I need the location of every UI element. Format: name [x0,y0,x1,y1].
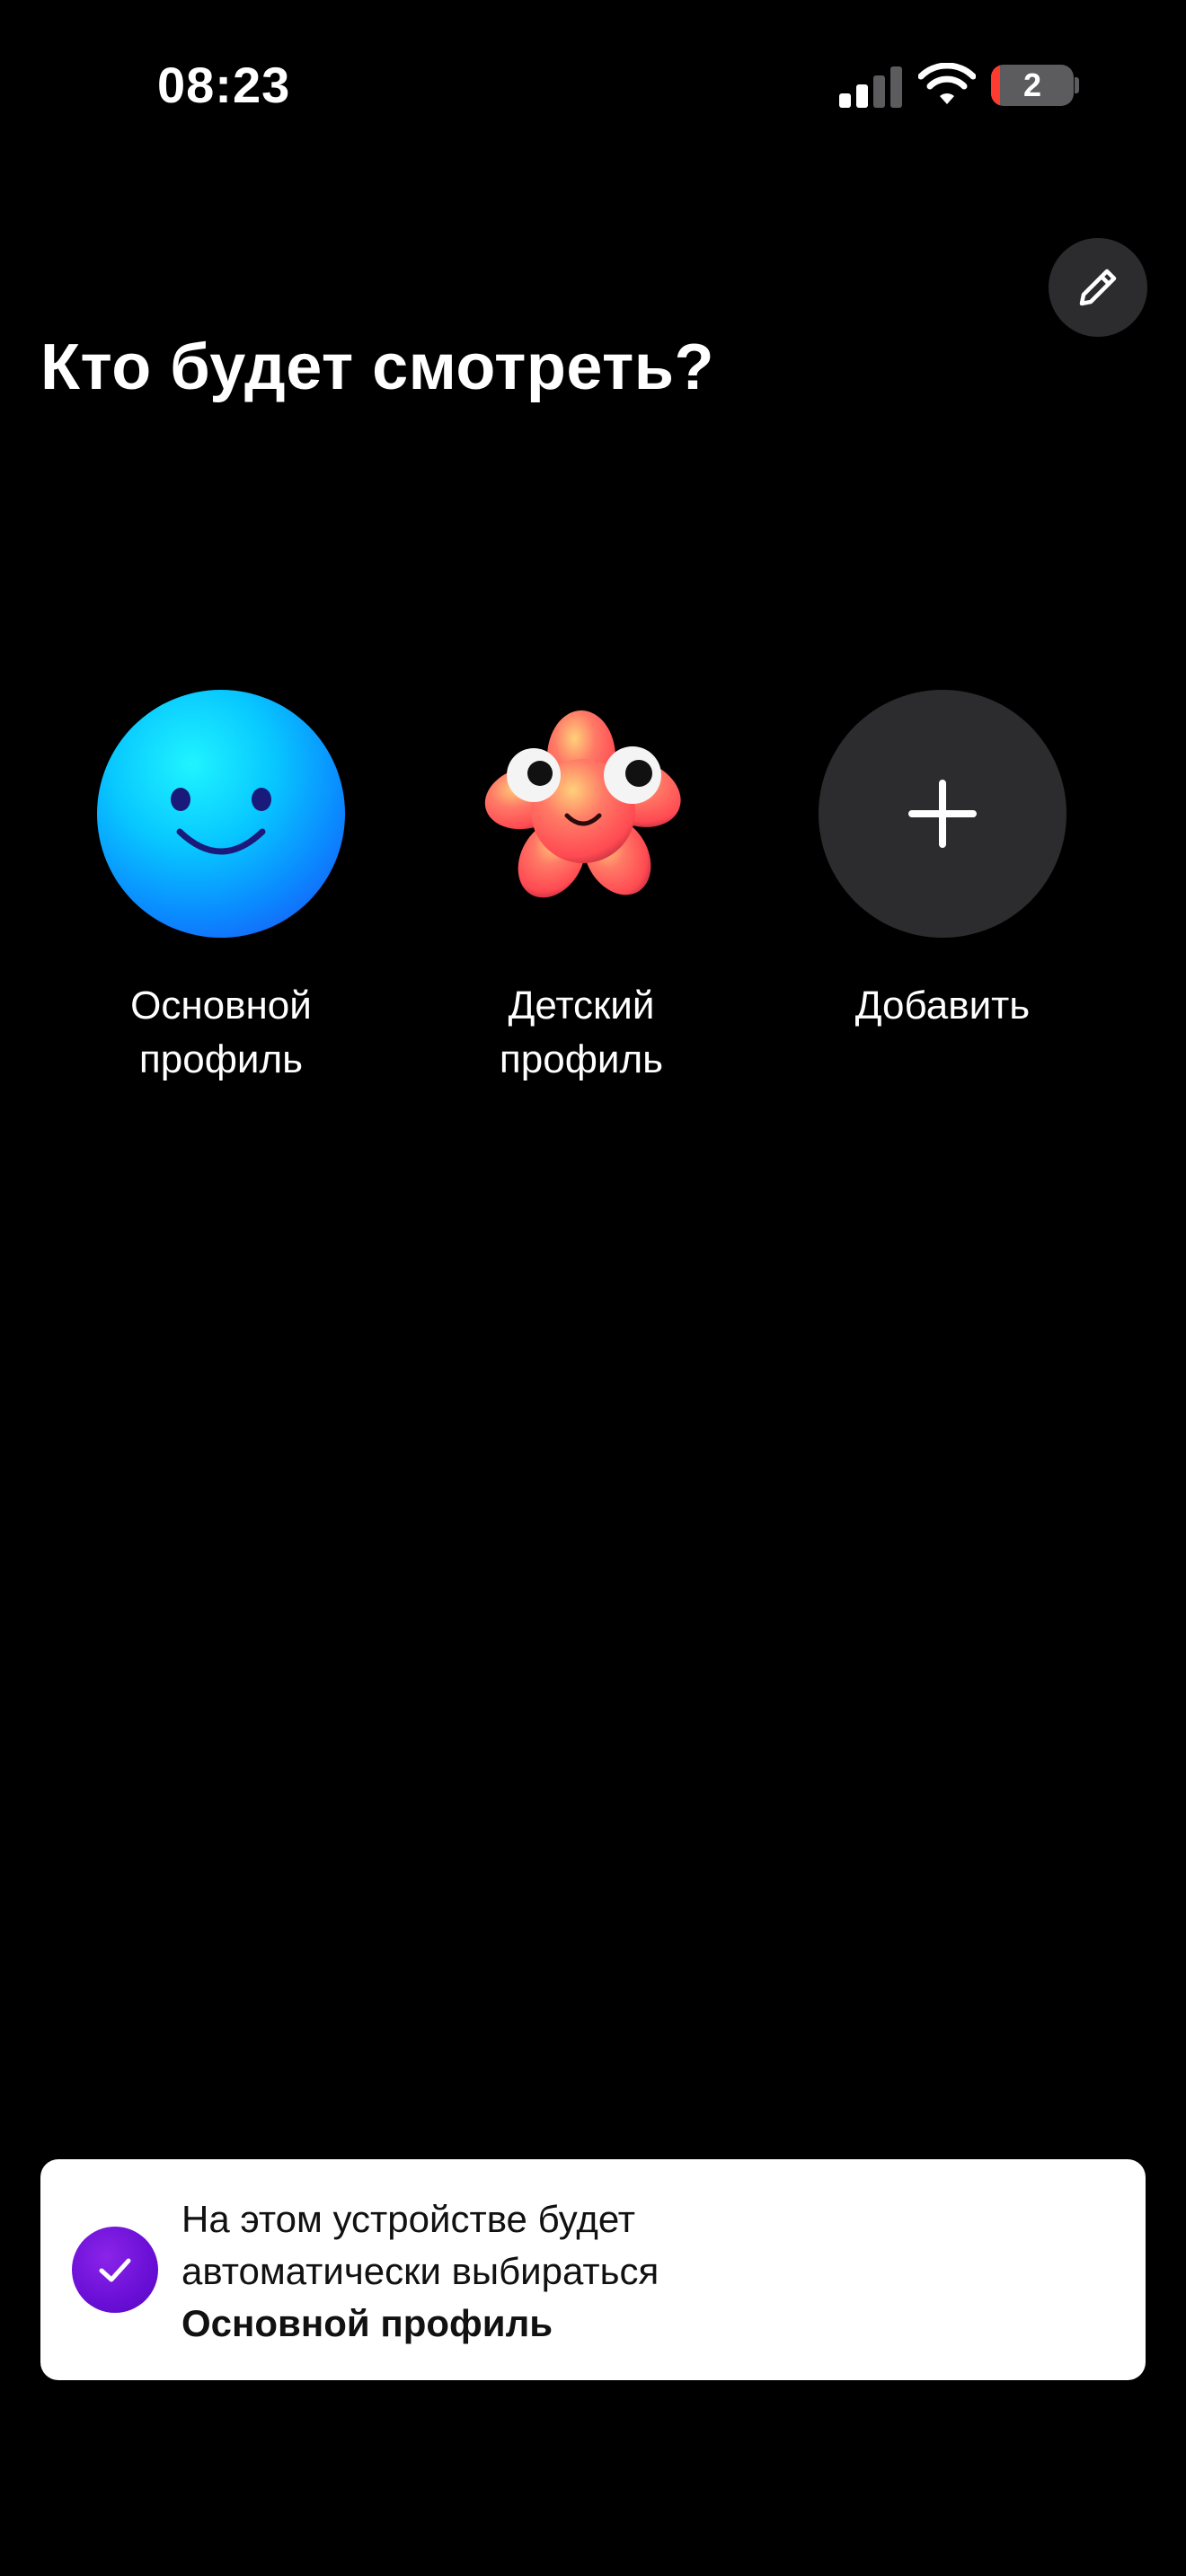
pencil-icon [1079,269,1117,306]
edit-profiles-button[interactable] [1049,238,1147,337]
battery-icon: 2 [991,65,1074,106]
battery-percent: 2 [1022,66,1042,103]
add-profile-button[interactable] [819,690,1067,938]
check-icon [72,2227,158,2313]
battery-tip [1075,77,1079,93]
profile-main-label: Основной профиль [130,979,312,1087]
status-bar: 08:23 2 [0,0,1186,171]
toast-line2: автоматически выбираться [181,2250,659,2292]
profile-main-label-line1: Основной [130,984,312,1028]
smiley-blue-avatar [97,690,345,938]
profile-main[interactable]: Основной профиль [77,690,365,1087]
kids-flower-avatar [457,690,705,938]
auto-select-toast: На этом устройстве будет автоматически в… [40,2159,1146,2380]
add-profile[interactable]: Добавить [799,690,1086,1033]
wifi-icon [918,63,976,104]
toast-profile-name: Основной профиль [181,2302,553,2344]
profile-select-screen: 08:23 2 Кто будет смотреть? Основной про… [0,0,1186,2576]
profile-kids-label-line2: профиль [499,1037,664,1081]
status-time: 08:23 [157,57,291,113]
page-title: Кто будет смотреть? [40,331,714,403]
profile-main-label-line2: профиль [138,1037,304,1081]
profile-kids-label: Детский профиль [500,979,663,1087]
toast-line1: На этом устройстве будет [181,2198,636,2240]
flower-character-icon [484,710,681,898]
smiley-face-icon [171,788,271,855]
profile-kids[interactable]: Детский профиль [438,690,725,1087]
cellular-signal-icon [839,66,902,108]
add-profile-label: Добавить [854,984,1031,1028]
toast-message: На этом устройстве будет автоматически в… [181,2193,659,2350]
plus-icon [908,780,977,848]
profile-kids-label-line1: Детский [508,984,655,1028]
